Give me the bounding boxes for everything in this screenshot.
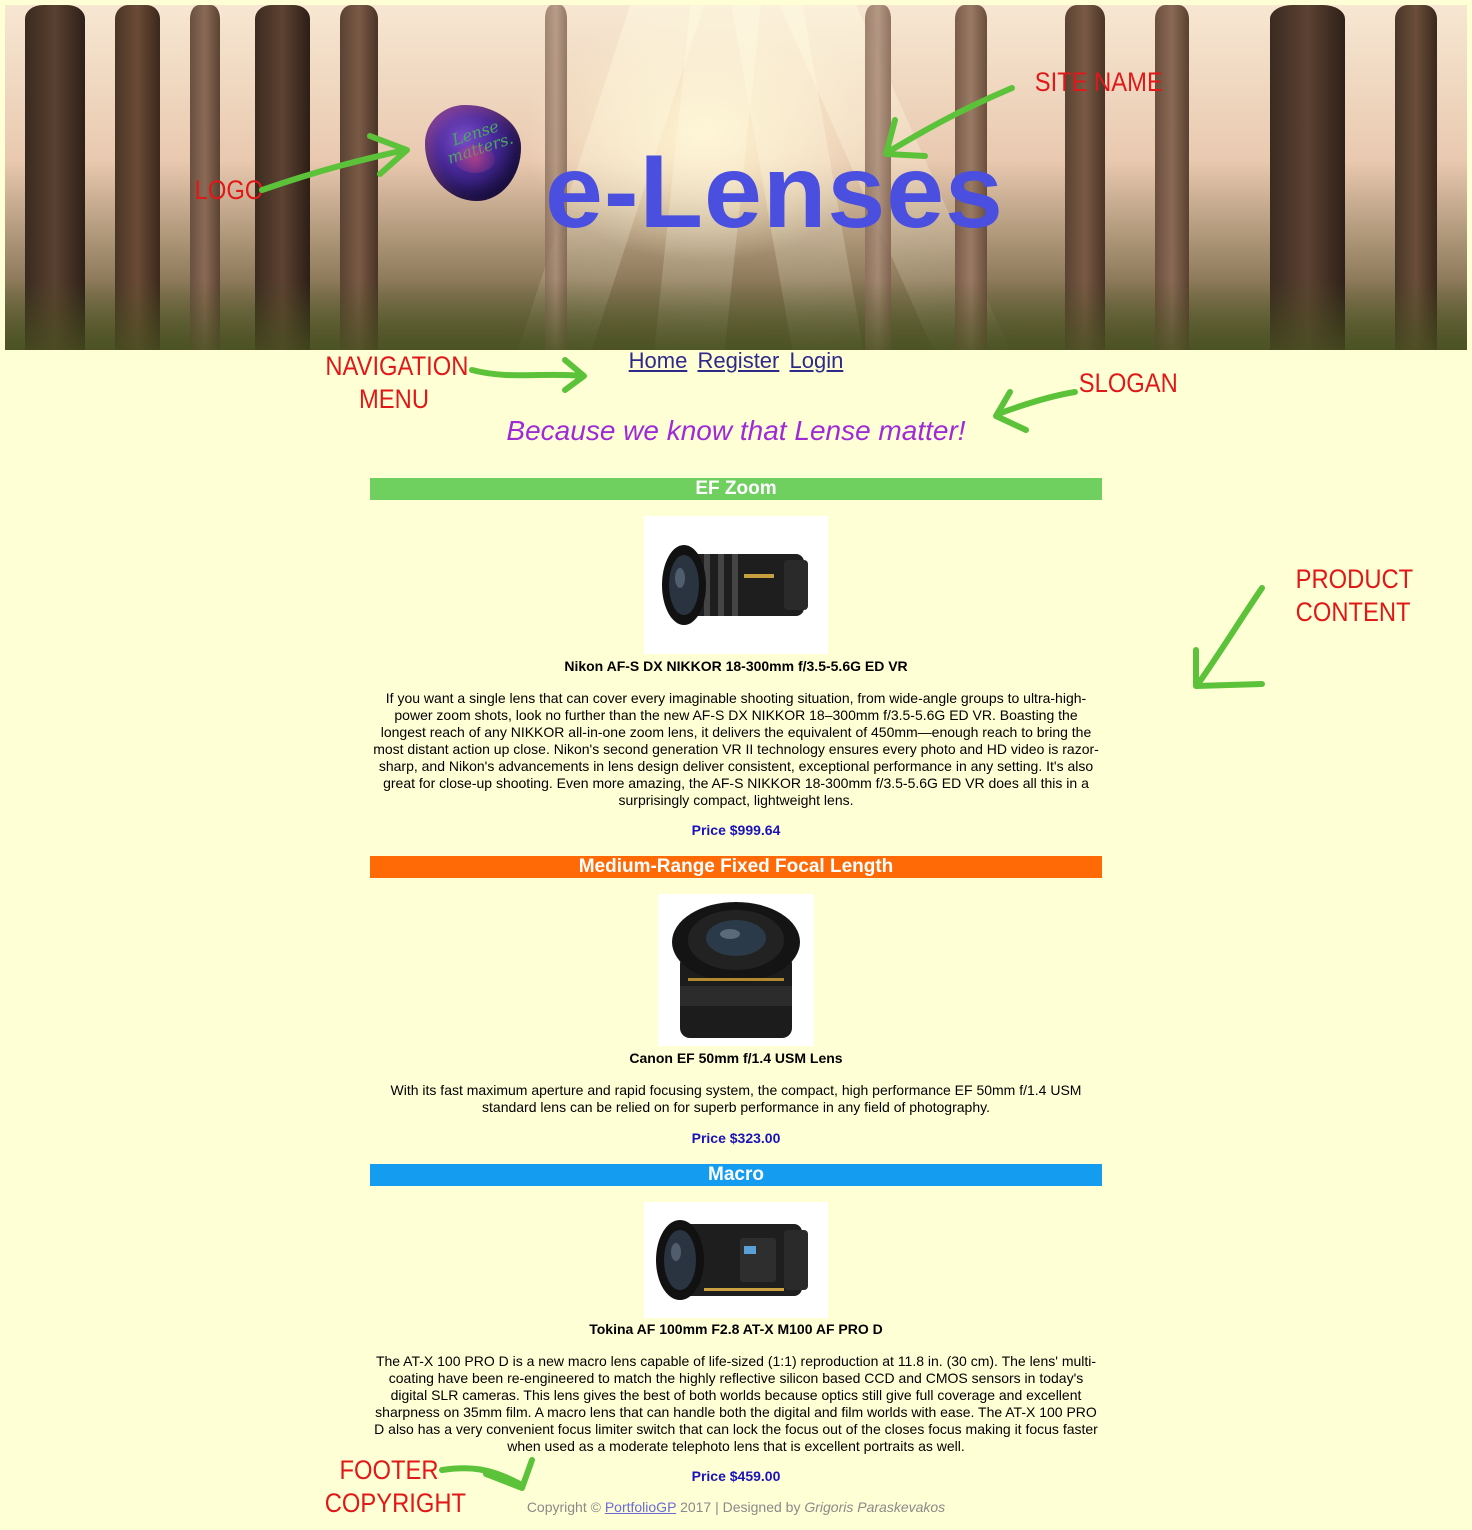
arrow-product-head	[1193, 647, 1265, 689]
category-bar-medium-range: Medium-Range Fixed Focal Length	[370, 856, 1102, 878]
product-price: Price $459.00	[691, 1468, 781, 1484]
nav-home-link[interactable]: Home	[629, 348, 688, 373]
nav-login-link[interactable]: Login	[790, 348, 844, 373]
product-price: Price $999.64	[691, 822, 781, 838]
navigation-menu: Home Register Login	[0, 348, 1472, 374]
footer-prefix: Copyright ©	[526, 1499, 601, 1515]
footer-designer: Grigoris Paraskevakos	[804, 1499, 946, 1515]
logo-text: Lense matters.	[445, 116, 516, 168]
site-name[interactable]: e-Lenses	[545, 137, 1004, 247]
footer-copyright: Copyright © PortfolioGP 2017 | Designed …	[0, 1499, 1472, 1515]
product-price: Price $323.00	[691, 1130, 781, 1146]
annotation-logo: LOGO	[194, 175, 264, 205]
slogan: Because we know that Lense matter!	[506, 415, 966, 446]
lens-icon	[662, 545, 808, 625]
site-logo[interactable]: Lense matters.	[425, 105, 521, 201]
product-name: Tokina AF 100mm F2.8 AT-X M100 AF PRO D	[589, 1321, 883, 1337]
annotation-site-name: SITE NAME	[1034, 67, 1163, 97]
lens-icon	[672, 902, 800, 1038]
product-image-tokina[interactable]	[644, 1202, 828, 1318]
arrow-product	[1195, 585, 1265, 687]
nav-register-link[interactable]: Register	[697, 348, 779, 373]
product-name: Canon EF 50mm f/1.4 USM Lens	[629, 1050, 843, 1066]
product-description: The AT-X 100 PRO D is a new macro lens c…	[374, 1353, 1098, 1454]
footer-portfolio-link[interactable]: PortfolioGP	[605, 1499, 676, 1515]
annotation-product-content: PRODUCT CONTENT	[1295, 564, 1414, 627]
product-image-nikon[interactable]	[644, 516, 828, 654]
footer-middle: 2017 | Designed by	[680, 1499, 801, 1515]
category-bar-ef-zoom: EF Zoom	[370, 478, 1102, 500]
product-name: Nikon AF-S DX NIKKOR 18-300mm f/3.5-5.6G…	[564, 658, 908, 674]
forest-floor	[5, 280, 1467, 350]
product-image-canon[interactable]	[658, 894, 814, 1046]
category-bar-macro: Macro	[370, 1164, 1102, 1186]
product-description: If you want a single lens that can cover…	[373, 690, 1099, 808]
arrow-slogan	[995, 389, 1078, 417]
product-description: With its fast maximum aperture and rapid…	[390, 1082, 1082, 1115]
lens-icon	[656, 1220, 808, 1300]
